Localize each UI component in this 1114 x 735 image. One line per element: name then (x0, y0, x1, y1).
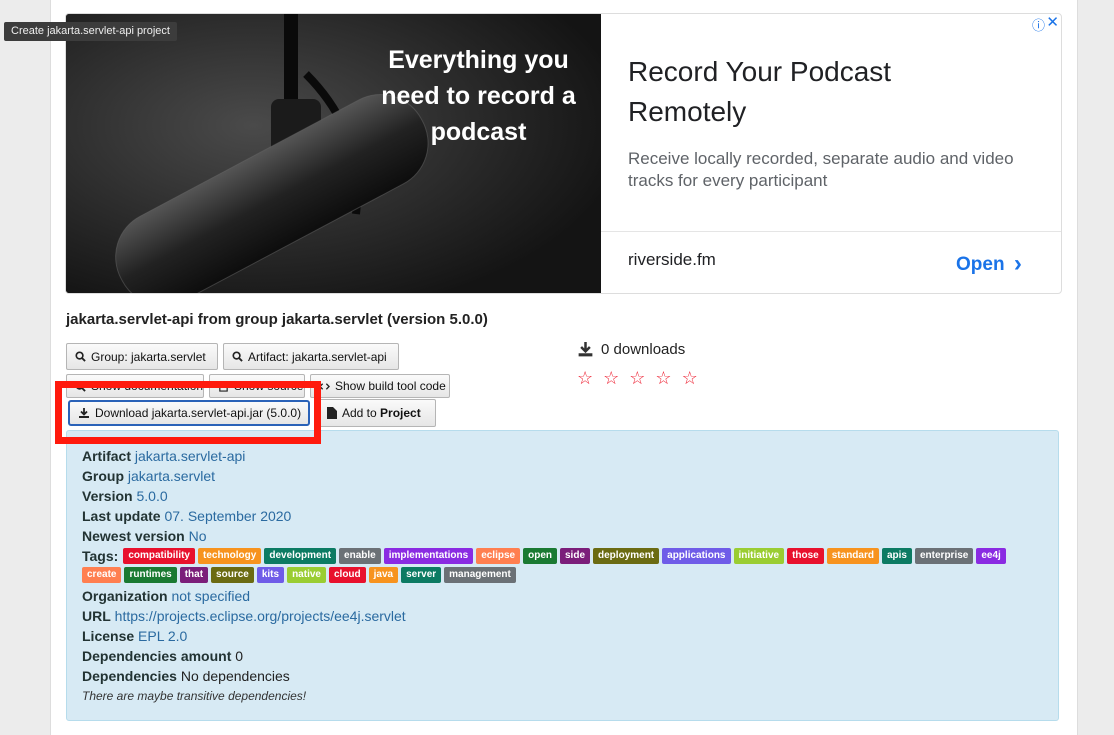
advertisement[interactable]: Everything you need to record a podcast … (65, 13, 1062, 294)
downloads-label: 0 downloads (601, 341, 686, 358)
tag-badge[interactable]: runtimes (124, 567, 177, 583)
close-icon[interactable]: ✕ (1046, 14, 1059, 31)
tag-badge[interactable]: that (179, 567, 209, 583)
add-to-project-button[interactable]: Add to Project (318, 399, 436, 427)
search-icon (232, 351, 243, 362)
tag-badge[interactable]: kits (256, 567, 285, 583)
newest-version-value: No (188, 528, 207, 544)
tags-label: Tags: (82, 548, 119, 564)
tag-badge[interactable]: server (401, 567, 442, 583)
tag-badge[interactable]: enable (339, 548, 381, 564)
artifact-button-label: Artifact: jakarta.servlet-api (248, 349, 387, 364)
show-documentation-button[interactable]: Show documentation (66, 374, 204, 398)
file-icon (219, 380, 228, 392)
transitive-note: There are maybe transitive dependencies! (82, 689, 307, 703)
ad-domain[interactable]: riverside.fm (628, 250, 716, 270)
show-source-label: Show source (234, 379, 304, 393)
info-icon[interactable]: ⓘ (1032, 15, 1045, 34)
tag-badge[interactable]: create (82, 567, 122, 583)
dependencies-amount-row: Dependencies amount 0 (82, 648, 244, 664)
star-icon[interactable]: ☆ (629, 368, 645, 389)
last-update-row: Last update 07. September 2020 (82, 508, 292, 524)
tag-badge[interactable]: deployment (593, 548, 660, 564)
tag-badge[interactable]: side (560, 548, 591, 564)
ad-description: Receive locally recorded, separate audio… (628, 149, 1014, 190)
tag-badge[interactable]: java (368, 567, 399, 583)
rating-stars[interactable]: ☆ ☆ ☆ ☆ ☆ (577, 368, 698, 389)
tag-badge[interactable]: apis (881, 548, 912, 564)
tags-list: Tags: compatibility technology development… (82, 548, 1042, 583)
tag-badge[interactable]: applications (662, 548, 731, 564)
download-icon (578, 342, 593, 357)
group-button[interactable]: Group: jakarta.servlet (66, 343, 218, 370)
version-row: Version 5.0.0 (82, 488, 168, 504)
tag-badge[interactable]: technology (198, 548, 262, 564)
group-link[interactable]: jakarta.servlet (128, 468, 215, 484)
star-icon[interactable]: ☆ (655, 368, 671, 389)
show-documentation-label: Show documentation (91, 379, 204, 393)
download-icon (79, 408, 89, 418)
ad-divider (601, 231, 1061, 232)
tag-badge[interactable]: source (211, 567, 254, 583)
artifact-link[interactable]: jakarta.servlet-api (135, 448, 246, 464)
star-icon[interactable]: ☆ (577, 368, 593, 389)
dependencies-row: Dependencies No dependencies (82, 668, 290, 684)
tag-badge[interactable]: native (287, 567, 326, 583)
organization-value: not specified (171, 588, 251, 604)
tooltip: Create jakarta.servlet-api project (4, 22, 177, 41)
tag-badge[interactable]: ee4j (976, 548, 1006, 564)
url-link[interactable]: https://projects.eclipse.org/projects/ee… (115, 608, 406, 624)
star-icon[interactable]: ☆ (603, 368, 619, 389)
chevron-right-icon: › (1013, 250, 1022, 277)
tag-badge[interactable]: management (444, 567, 516, 583)
file-icon (327, 407, 337, 419)
download-jar-label: Download jakarta.servlet-api.jar (5.0.0) (95, 406, 302, 420)
tag-badge[interactable]: those (787, 548, 824, 564)
add-to-project-label: Add to Project (342, 406, 421, 420)
license-link[interactable]: EPL 2.0 (138, 628, 187, 644)
star-icon[interactable]: ☆ (682, 368, 698, 389)
group-row: Group jakarta.servlet (82, 468, 216, 484)
group-button-label: Group: jakarta.servlet (91, 349, 206, 364)
show-build-tool-code-label: Show build tool code (335, 379, 446, 393)
tag-badge[interactable]: compatibility (123, 548, 195, 564)
dependencies-value: No dependencies (180, 668, 290, 684)
version-value: 5.0.0 (136, 488, 168, 504)
last-update-value: 07. September 2020 (164, 508, 292, 524)
tag-badge[interactable]: open (523, 548, 557, 564)
search-icon (75, 380, 86, 392)
url-row: URL https://projects.eclipse.org/project… (82, 608, 406, 624)
tag-badge[interactable]: development (264, 548, 337, 564)
downloads-count: 0 downloads (578, 341, 685, 358)
tag-badge[interactable]: standard (826, 548, 879, 564)
tag-badge[interactable]: implementations (383, 548, 474, 564)
artifact-row: Artifact jakarta.servlet-api (82, 448, 246, 464)
newest-version-row: Newest version No (82, 528, 207, 544)
ad-open-label: Open (956, 254, 1005, 275)
search-icon (75, 351, 86, 362)
ad-image-text: Everything you need to record a podcast (381, 46, 576, 146)
show-source-button[interactable]: Show source (209, 374, 305, 398)
details-panel: Artifact jakarta.servlet-api Group jakar… (66, 430, 1059, 721)
code-icon (319, 382, 330, 390)
download-jar-button[interactable]: Download jakarta.servlet-api.jar (5.0.0) (68, 400, 310, 426)
tag-badge[interactable]: enterprise (915, 548, 974, 564)
license-row: License EPL 2.0 (82, 628, 188, 644)
show-build-tool-code-button[interactable]: Show build tool code (310, 374, 450, 398)
ad-image[interactable]: Everything you need to record a podcast (66, 14, 601, 293)
tag-badge[interactable]: initiative (733, 548, 785, 564)
ad-title[interactable]: Record Your Podcast Remotely (628, 52, 988, 132)
artifact-button[interactable]: Artifact: jakarta.servlet-api (223, 343, 399, 370)
tag-badge[interactable]: eclipse (476, 548, 521, 564)
tag-badge[interactable]: cloud (328, 567, 366, 583)
dependencies-amount-value: 0 (235, 648, 244, 664)
organization-row: Organization not specified (82, 588, 251, 604)
page-title: jakarta.servlet-api from group jakarta.s… (66, 311, 488, 328)
ad-open-button[interactable]: Open › (956, 249, 1022, 277)
